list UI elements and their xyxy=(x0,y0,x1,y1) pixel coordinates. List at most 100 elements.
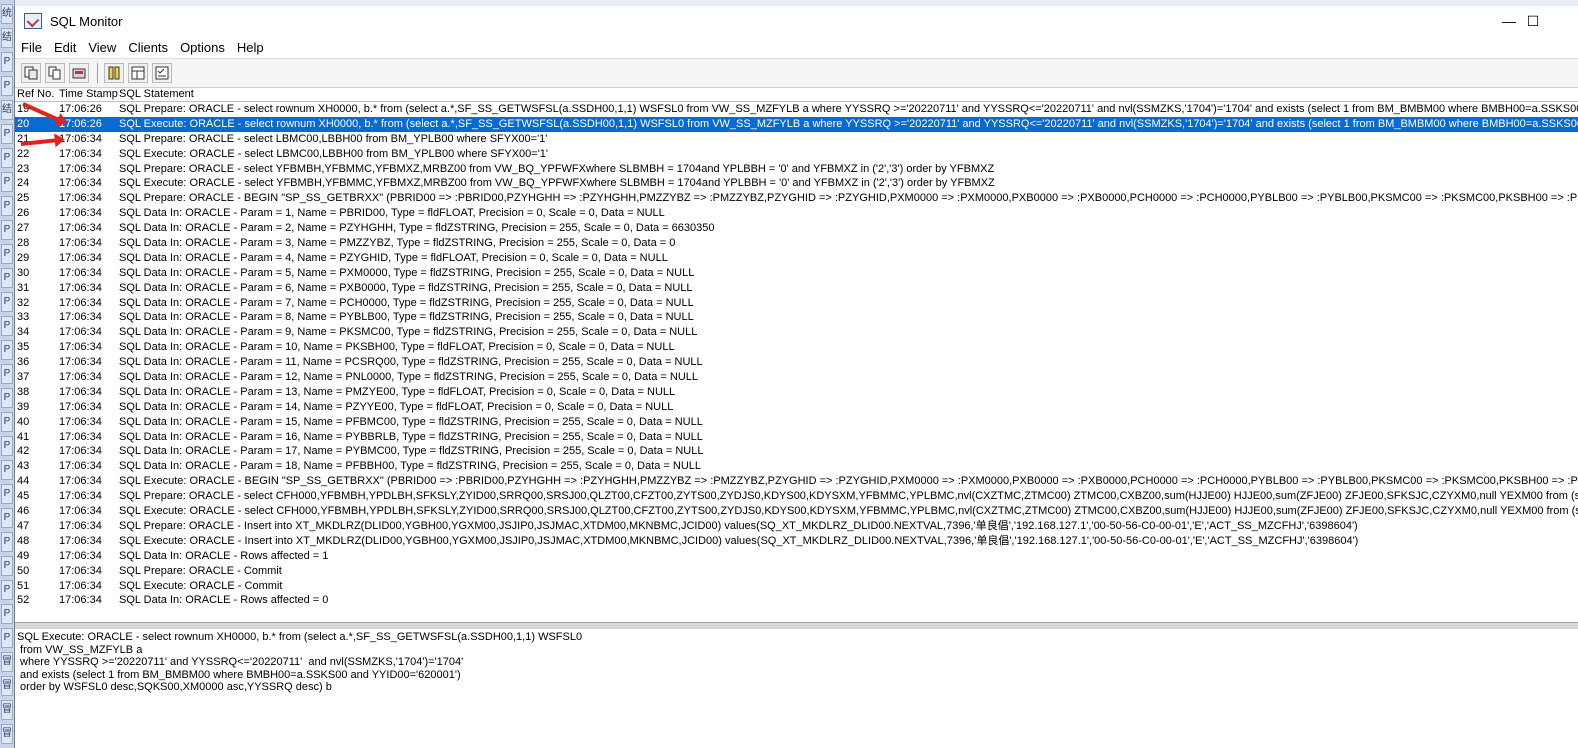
row-ref-no: 39 xyxy=(17,400,30,413)
table-row[interactable]: 24 17:06:34 SQL Execute: ORACLE - select Y… xyxy=(15,176,1578,191)
list-header: Ref No. Time Stamp SQL Statement xyxy=(15,88,1578,102)
table-row[interactable]: 28 17:06:34 SQL Data In: ORACLE - Param = … xyxy=(15,236,1578,251)
table-row[interactable]: 36 17:06:34 SQL Data In: ORACLE - Param = … xyxy=(15,355,1578,370)
table-row[interactable]: 40 17:06:34 SQL Data In: ORACLE - Param = … xyxy=(15,415,1578,430)
row-statement: SQL Prepare: ORACLE - BEGIN "SP_SS_GETBR… xyxy=(119,192,1578,205)
row-ref-no: 29 xyxy=(17,251,30,264)
table-row[interactable]: 46 17:06:34 SQL Execute: ORACLE - select C… xyxy=(15,504,1578,519)
table-row[interactable]: 25 17:06:34 SQL Prepare: ORACLE - BEGIN "S… xyxy=(15,191,1578,206)
table-row[interactable]: 44 17:06:34 SQL Execute: ORACLE - BEGIN "S… xyxy=(15,474,1578,489)
column-header-ref[interactable]: Ref No. xyxy=(15,88,59,101)
menu-help[interactable]: Help xyxy=(231,40,270,55)
column-header-timestamp[interactable]: Time Stamp xyxy=(59,88,119,101)
table-row[interactable]: 34 17:06:34 SQL Data In: ORACLE - Param = … xyxy=(15,325,1578,340)
table-row[interactable]: 31 17:06:34 SQL Data In: ORACLE - Param = … xyxy=(15,281,1578,296)
app-icon xyxy=(24,13,42,29)
menu-file[interactable]: File xyxy=(15,40,48,55)
checklist-icon xyxy=(155,66,169,80)
table-row[interactable]: 51 17:06:34 SQL Execute: ORACLE - Commit xyxy=(15,579,1578,594)
row-statement: SQL Prepare: ORACLE - select LBMC00,LBBH… xyxy=(119,132,548,145)
row-ref-no: 33 xyxy=(17,311,30,324)
table-row[interactable]: 30 17:06:34 SQL Data In: ORACLE - Param = … xyxy=(15,266,1578,281)
row-statement: SQL Data In: ORACLE - Param = 1, Name = … xyxy=(119,207,665,220)
table-row[interactable]: 33 17:06:34 SQL Data In: ORACLE - Param = … xyxy=(15,310,1578,325)
table-row[interactable]: 37 17:06:34 SQL Data In: ORACLE - Param = … xyxy=(15,370,1578,385)
row-ref-no: 51 xyxy=(17,579,30,592)
row-timestamp: 17:06:34 xyxy=(59,132,102,145)
background-strip-cell: P xyxy=(1,244,13,264)
table-row[interactable]: 48 17:06:34 SQL Execute: ORACLE - Insert i… xyxy=(15,534,1578,549)
row-ref-no: 27 xyxy=(17,222,30,235)
window-button[interactable] xyxy=(128,63,148,83)
table-row[interactable]: 35 17:06:34 SQL Data In: ORACLE - Param = … xyxy=(15,340,1578,355)
background-strip-cell: 冒 xyxy=(1,652,13,672)
background-strip-cell: P xyxy=(1,268,13,288)
row-ref-no: 34 xyxy=(17,326,30,339)
sql-log-list[interactable]: Ref No. Time Stamp SQL Statement 19 17:06… xyxy=(15,88,1578,622)
table-row[interactable]: 22 17:06:34 SQL Execute: ORACLE - select L… xyxy=(15,147,1578,162)
table-row[interactable]: 23 17:06:34 SQL Prepare: ORACLE - select Y… xyxy=(15,162,1578,177)
background-strip-cell: 统 xyxy=(1,4,13,24)
table-row[interactable]: 21 17:06:34 SQL Prepare: ORACLE - select L… xyxy=(15,132,1578,147)
table-row[interactable]: 50 17:06:34 SQL Prepare: ORACLE - Commit xyxy=(15,564,1578,579)
pause-button[interactable] xyxy=(104,63,124,83)
row-ref-no: 35 xyxy=(17,341,30,354)
table-row[interactable]: 43 17:06:34 SQL Data In: ORACLE - Param = … xyxy=(15,459,1578,474)
row-timestamp: 17:06:34 xyxy=(59,281,102,294)
background-strip-cell: P xyxy=(1,148,13,168)
menu-edit[interactable]: Edit xyxy=(48,40,82,55)
window-title: SQL Monitor xyxy=(50,13,123,29)
menu-options[interactable]: Options xyxy=(174,40,231,55)
table-row[interactable]: 19 17:06:26 SQL Prepare: ORACLE - select r… xyxy=(15,102,1578,117)
table-row[interactable]: 45 17:06:34 SQL Prepare: ORACLE - select C… xyxy=(15,489,1578,504)
statement-detail-pane[interactable]: SQL Execute: ORACLE - select rownum XH00… xyxy=(15,629,1578,748)
table-row[interactable]: 27 17:06:34 SQL Data In: ORACLE - Param = … xyxy=(15,221,1578,236)
row-timestamp: 17:06:34 xyxy=(59,505,102,518)
row-ref-no: 38 xyxy=(17,385,30,398)
menu-view[interactable]: View xyxy=(82,40,122,55)
sql-monitor-window: SQL Monitor — ☐ File Edit View Clients O… xyxy=(14,6,1578,748)
copy-button[interactable] xyxy=(45,63,65,83)
background-strip-cell: 冒 xyxy=(1,700,13,720)
row-statement: SQL Data In: ORACLE - Param = 10, Name =… xyxy=(119,341,675,354)
row-statement: SQL Execute: ORACLE - Commit xyxy=(119,579,283,592)
row-timestamp: 17:06:34 xyxy=(59,326,102,339)
background-strip-cell: P xyxy=(1,76,13,96)
table-row[interactable]: 39 17:06:34 SQL Data In: ORACLE - Param = … xyxy=(15,400,1578,415)
table-row[interactable]: 49 17:06:34 SQL Data In: ORACLE - Rows aff… xyxy=(15,549,1578,564)
row-timestamp: 17:06:34 xyxy=(59,296,102,309)
row-timestamp: 17:06:34 xyxy=(59,266,102,279)
table-row[interactable]: 41 17:06:34 SQL Data In: ORACLE - Param = … xyxy=(15,430,1578,445)
row-statement: SQL Data In: ORACLE - Param = 5, Name = … xyxy=(119,266,695,279)
table-row[interactable]: 38 17:06:34 SQL Data In: ORACLE - Param = … xyxy=(15,385,1578,400)
table-row[interactable]: 52 17:06:34 SQL Data In: ORACLE - Rows aff… xyxy=(15,593,1578,608)
table-row-selected[interactable]: 20 17:06:26 SQL Execute: ORACLE - select r… xyxy=(15,116,1578,132)
background-strip-cell: 冒 xyxy=(1,724,13,744)
row-timestamp: 17:06:34 xyxy=(59,341,102,354)
row-statement: SQL Execute: ORACLE - BEGIN "SP_SS_GETBR… xyxy=(119,475,1578,488)
row-timestamp: 17:06:34 xyxy=(59,549,102,562)
checklist-button[interactable] xyxy=(152,63,172,83)
row-timestamp: 17:06:34 xyxy=(59,400,102,413)
row-statement: SQL Execute: ORACLE - select CFH000,YFBM… xyxy=(119,505,1578,518)
print-button[interactable] xyxy=(69,63,89,83)
table-row[interactable]: 47 17:06:34 SQL Prepare: ORACLE - Insert i… xyxy=(15,519,1578,534)
row-statement: SQL Data In: ORACLE - Param = 17, Name =… xyxy=(119,445,704,458)
background-strip-cell: P xyxy=(1,172,13,192)
save-log-button[interactable] xyxy=(21,63,41,83)
menu-clients[interactable]: Clients xyxy=(122,40,174,55)
table-row[interactable]: 29 17:06:34 SQL Data In: ORACLE - Param = … xyxy=(15,251,1578,266)
table-row[interactable]: 26 17:06:34 SQL Data In: ORACLE - Param = … xyxy=(15,206,1578,221)
column-header-statement[interactable]: SQL Statement xyxy=(119,88,1578,101)
row-timestamp: 17:06:34 xyxy=(59,445,102,458)
row-timestamp: 17:06:34 xyxy=(59,192,102,205)
title-bar[interactable]: SQL Monitor — ☐ xyxy=(15,6,1578,36)
detail-line: order by WSFSL0 desc,SQKS00,XM0000 asc,Y… xyxy=(17,681,332,694)
background-strip-cell: 结 xyxy=(1,100,13,120)
row-statement: SQL Data In: ORACLE - Param = 12, Name =… xyxy=(119,371,698,384)
row-statement: SQL Data In: ORACLE - Param = 16, Name =… xyxy=(119,430,703,443)
row-ref-no: 22 xyxy=(17,147,30,160)
table-row[interactable]: 42 17:06:34 SQL Data In: ORACLE - Param = … xyxy=(15,444,1578,459)
maximize-button[interactable]: ☐ xyxy=(1510,6,1556,36)
table-row[interactable]: 32 17:06:34 SQL Data In: ORACLE - Param = … xyxy=(15,296,1578,311)
